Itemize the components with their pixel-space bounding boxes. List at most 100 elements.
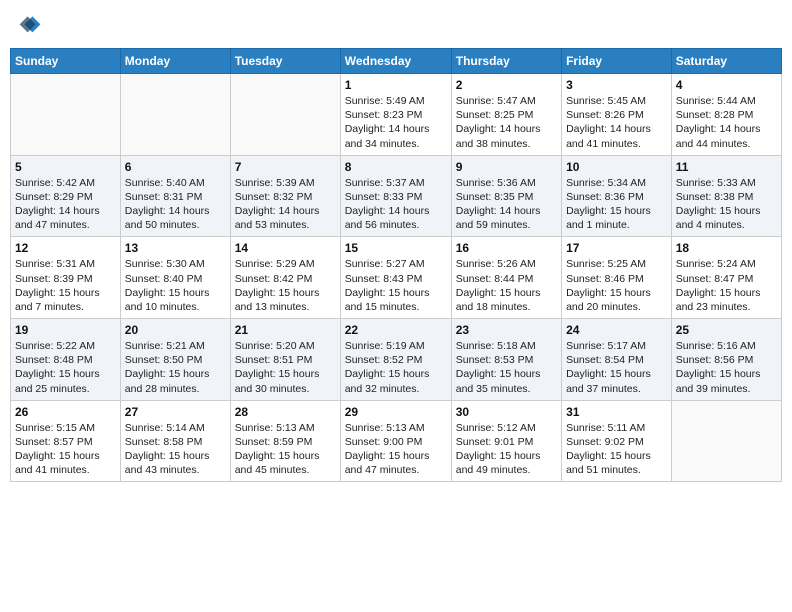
day-number: 7 [235,160,336,174]
day-info: Sunrise: 5:20 AM Sunset: 8:51 PM Dayligh… [235,339,336,396]
logo-icon [10,10,42,42]
weekday-header-tuesday: Tuesday [230,49,340,74]
day-info: Sunrise: 5:21 AM Sunset: 8:50 PM Dayligh… [125,339,226,396]
day-number: 25 [676,323,777,337]
day-number: 6 [125,160,226,174]
day-info: Sunrise: 5:25 AM Sunset: 8:46 PM Dayligh… [566,257,667,314]
day-number: 28 [235,405,336,419]
day-number: 27 [125,405,226,419]
day-info: Sunrise: 5:26 AM Sunset: 8:44 PM Dayligh… [456,257,557,314]
page-header [10,10,782,42]
calendar-cell: 6 Sunrise: 5:40 AM Sunset: 8:31 PM Daylig… [120,155,230,237]
day-number: 30 [456,405,557,419]
day-number: 23 [456,323,557,337]
calendar-cell: 28 Sunrise: 5:13 AM Sunset: 8:59 PM Dayli… [230,400,340,482]
calendar-cell: 11 Sunrise: 5:33 AM Sunset: 8:38 PM Dayli… [671,155,781,237]
day-number: 4 [676,78,777,92]
day-info: Sunrise: 5:18 AM Sunset: 8:53 PM Dayligh… [456,339,557,396]
calendar-cell: 22Sunrise: 5:19 AM Sunset: 8:52 PM Dayli… [340,319,451,401]
calendar-week-row: 5 Sunrise: 5:42 AM Sunset: 8:29 PM Daylig… [11,155,782,237]
calendar-cell [120,74,230,156]
day-info: Sunrise: 5:11 AM Sunset: 9:02 PM Dayligh… [566,421,667,478]
calendar-cell: 19Sunrise: 5:22 AM Sunset: 8:48 PM Dayli… [11,319,121,401]
day-info: Sunrise: 5:37 AM Sunset: 8:33 PM Dayligh… [345,176,447,233]
calendar-cell: 23 Sunrise: 5:18 AM Sunset: 8:53 PM Dayli… [451,319,561,401]
day-info: Sunrise: 5:33 AM Sunset: 8:38 PM Dayligh… [676,176,777,233]
day-info: Sunrise: 5:19 AM Sunset: 8:52 PM Dayligh… [345,339,447,396]
day-number: 14 [235,241,336,255]
day-info: Sunrise: 5:31 AM Sunset: 8:39 PM Dayligh… [15,257,116,314]
day-info: Sunrise: 5:42 AM Sunset: 8:29 PM Dayligh… [15,176,116,233]
calendar-cell: 10 Sunrise: 5:34 AM Sunset: 8:36 PM Dayli… [562,155,672,237]
day-info: Sunrise: 5:14 AM Sunset: 8:58 PM Dayligh… [125,421,226,478]
day-info: Sunrise: 5:47 AM Sunset: 8:25 PM Dayligh… [456,94,557,151]
day-number: 8 [345,160,447,174]
calendar-week-row: 26 Sunrise: 5:15 AM Sunset: 8:57 PM Dayli… [11,400,782,482]
day-info: Sunrise: 5:40 AM Sunset: 8:31 PM Dayligh… [125,176,226,233]
day-info: Sunrise: 5:24 AM Sunset: 8:47 PM Dayligh… [676,257,777,314]
calendar-cell: 3Sunrise: 5:45 AM Sunset: 8:26 PM Daylig… [562,74,672,156]
day-number: 21 [235,323,336,337]
calendar-week-row: 12 Sunrise: 5:31 AM Sunset: 8:39 PM Dayli… [11,237,782,319]
day-info: Sunrise: 5:39 AM Sunset: 8:32 PM Dayligh… [235,176,336,233]
day-info: Sunrise: 5:17 AM Sunset: 8:54 PM Dayligh… [566,339,667,396]
day-number: 17 [566,241,667,255]
day-number: 16 [456,241,557,255]
calendar-cell: 20 Sunrise: 5:21 AM Sunset: 8:50 PM Dayli… [120,319,230,401]
calendar-cell: 24Sunrise: 5:17 AM Sunset: 8:54 PM Dayli… [562,319,672,401]
day-info: Sunrise: 5:36 AM Sunset: 8:35 PM Dayligh… [456,176,557,233]
calendar-cell: 4 Sunrise: 5:44 AM Sunset: 8:28 PM Daylig… [671,74,781,156]
day-info: Sunrise: 5:30 AM Sunset: 8:40 PM Dayligh… [125,257,226,314]
day-info: Sunrise: 5:45 AM Sunset: 8:26 PM Dayligh… [566,94,667,151]
calendar-cell [11,74,121,156]
day-number: 20 [125,323,226,337]
calendar-cell: 21 Sunrise: 5:20 AM Sunset: 8:51 PM Dayli… [230,319,340,401]
calendar-cell: 29Sunrise: 5:13 AM Sunset: 9:00 PM Dayli… [340,400,451,482]
weekday-header-sunday: Sunday [11,49,121,74]
calendar-cell: 9 Sunrise: 5:36 AM Sunset: 8:35 PM Daylig… [451,155,561,237]
day-number: 9 [456,160,557,174]
day-info: Sunrise: 5:13 AM Sunset: 9:00 PM Dayligh… [345,421,447,478]
day-info: Sunrise: 5:34 AM Sunset: 8:36 PM Dayligh… [566,176,667,233]
calendar-cell: 2 Sunrise: 5:47 AM Sunset: 8:25 PM Daylig… [451,74,561,156]
day-number: 5 [15,160,116,174]
day-number: 26 [15,405,116,419]
day-info: Sunrise: 5:29 AM Sunset: 8:42 PM Dayligh… [235,257,336,314]
calendar-cell: 27 Sunrise: 5:14 AM Sunset: 8:58 PM Dayli… [120,400,230,482]
logo [10,10,46,42]
calendar-cell [230,74,340,156]
weekday-header-friday: Friday [562,49,672,74]
calendar-cell: 17 Sunrise: 5:25 AM Sunset: 8:46 PM Dayli… [562,237,672,319]
day-number: 12 [15,241,116,255]
day-number: 31 [566,405,667,419]
day-info: Sunrise: 5:12 AM Sunset: 9:01 PM Dayligh… [456,421,557,478]
calendar-cell: 5 Sunrise: 5:42 AM Sunset: 8:29 PM Daylig… [11,155,121,237]
calendar-cell: 16 Sunrise: 5:26 AM Sunset: 8:44 PM Dayli… [451,237,561,319]
weekday-header-wednesday: Wednesday [340,49,451,74]
day-info: Sunrise: 5:27 AM Sunset: 8:43 PM Dayligh… [345,257,447,314]
day-info: Sunrise: 5:16 AM Sunset: 8:56 PM Dayligh… [676,339,777,396]
day-number: 1 [345,78,447,92]
calendar-table: SundayMondayTuesdayWednesdayThursdayFrid… [10,48,782,482]
day-info: Sunrise: 5:22 AM Sunset: 8:48 PM Dayligh… [15,339,116,396]
day-number: 10 [566,160,667,174]
calendar-cell: 26 Sunrise: 5:15 AM Sunset: 8:57 PM Dayli… [11,400,121,482]
calendar-cell: 25 Sunrise: 5:16 AM Sunset: 8:56 PM Dayli… [671,319,781,401]
calendar-week-row: 1Sunrise: 5:49 AM Sunset: 8:23 PM Daylig… [11,74,782,156]
day-number: 11 [676,160,777,174]
weekday-header-monday: Monday [120,49,230,74]
weekday-header-saturday: Saturday [671,49,781,74]
day-info: Sunrise: 5:15 AM Sunset: 8:57 PM Dayligh… [15,421,116,478]
day-number: 2 [456,78,557,92]
day-info: Sunrise: 5:13 AM Sunset: 8:59 PM Dayligh… [235,421,336,478]
day-number: 13 [125,241,226,255]
calendar-cell [671,400,781,482]
calendar-cell: 1Sunrise: 5:49 AM Sunset: 8:23 PM Daylig… [340,74,451,156]
day-info: Sunrise: 5:44 AM Sunset: 8:28 PM Dayligh… [676,94,777,151]
calendar-cell: 31 Sunrise: 5:11 AM Sunset: 9:02 PM Dayli… [562,400,672,482]
weekday-header-thursday: Thursday [451,49,561,74]
calendar-week-row: 19Sunrise: 5:22 AM Sunset: 8:48 PM Dayli… [11,319,782,401]
calendar-cell: 30 Sunrise: 5:12 AM Sunset: 9:01 PM Dayli… [451,400,561,482]
calendar-cell: 18Sunrise: 5:24 AM Sunset: 8:47 PM Dayli… [671,237,781,319]
calendar-cell: 7 Sunrise: 5:39 AM Sunset: 8:32 PM Daylig… [230,155,340,237]
